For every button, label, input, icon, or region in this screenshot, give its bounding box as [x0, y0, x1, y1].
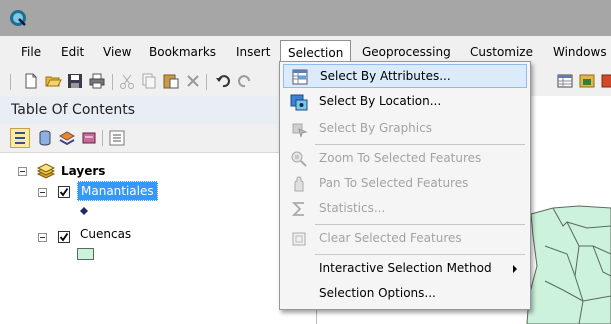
toc-toolbar: [0, 124, 316, 153]
layers-stack-icon: [36, 163, 56, 179]
manantiales-layer-selected[interactable]: Manantiales: [77, 181, 158, 201]
manantiales-layer-label: Manantiales: [81, 184, 154, 198]
manantiales-visibility-checkbox[interactable]: [58, 186, 70, 198]
print-icon[interactable]: [88, 72, 106, 90]
menu-item-zoom-to-selected[interactable]: Zoom To Selected Features: [283, 147, 527, 171]
table-of-contents-panel: Table Of Contents Layers Manantiales Cue…: [0, 96, 317, 324]
new-document-icon[interactable]: [22, 72, 40, 90]
menu-bookmarks[interactable]: Bookmarks: [149, 42, 216, 62]
delete-x-icon[interactable]: [184, 72, 202, 90]
cuencas-collapse-toggle[interactable]: [38, 233, 47, 242]
redo-icon[interactable]: [236, 72, 254, 90]
menu-item-select-by-graphics[interactable]: Select By Graphics: [283, 117, 527, 141]
select-by-attributes-icon: [292, 69, 308, 85]
copy-icon[interactable]: [140, 72, 158, 90]
menu-separator: [315, 144, 525, 145]
open-folder-icon[interactable]: [44, 72, 62, 90]
menu-view[interactable]: View: [103, 42, 131, 62]
menu-item-label: Zoom To Selected Features: [319, 151, 482, 165]
list-by-source-icon[interactable]: [36, 129, 54, 147]
paste-icon[interactable]: [162, 72, 180, 90]
list-by-selection-icon[interactable]: [80, 129, 98, 147]
menu-item-statistics[interactable]: Statistics...: [283, 197, 527, 221]
toolbar-separator: [206, 74, 207, 90]
options-list-icon[interactable]: [108, 129, 126, 147]
statistics-sigma-icon: [291, 202, 304, 216]
cuencas-visibility-checkbox[interactable]: [58, 231, 70, 243]
save-icon[interactable]: [66, 72, 84, 90]
select-by-location-icon: [290, 94, 308, 111]
menu-separator: [315, 224, 525, 225]
checkmark-icon: [59, 187, 69, 197]
toc-title: Table Of Contents: [11, 102, 136, 118]
toolbox-icon[interactable]: [600, 72, 611, 90]
menu-item-select-by-attributes[interactable]: Select By Attributes...: [283, 64, 527, 88]
menu-item-label: Select By Location...: [319, 94, 442, 108]
point-symbol-diamond-icon[interactable]: [80, 207, 88, 215]
submenu-arrow-icon: [513, 265, 517, 273]
menu-item-label: Pan To Selected Features: [319, 176, 469, 190]
toc-header: Table Of Contents: [0, 96, 316, 124]
menu-insert[interactable]: Insert: [236, 42, 270, 62]
menu-separator: [315, 254, 525, 255]
polygon-symbol-swatch[interactable]: [77, 248, 94, 260]
cut-scissors-icon[interactable]: [118, 72, 136, 90]
toc-toolbar-separator: [102, 130, 103, 146]
menu-item-label: Select By Graphics: [319, 121, 432, 135]
menu-item-clear-selected[interactable]: Clear Selected Features: [283, 227, 527, 251]
menu-item-label: Interactive Selection Method: [319, 261, 492, 275]
menu-item-selection-options[interactable]: Selection Options...: [283, 282, 527, 306]
menu-item-label: Statistics...: [319, 201, 386, 215]
select-by-graphics-icon: [292, 123, 308, 138]
list-by-drawing-order-icon[interactable]: [10, 128, 30, 148]
toolbar-separator: [112, 74, 113, 90]
window-titlebar: [0, 0, 611, 36]
pan-to-selected-icon: [294, 176, 304, 192]
menu-item-select-by-location[interactable]: Select By Location...: [283, 90, 527, 114]
manantiales-collapse-toggle[interactable]: [38, 188, 47, 197]
menu-customize[interactable]: Customize: [470, 42, 533, 62]
cuencas-layer-label[interactable]: Cuencas: [80, 227, 131, 241]
menu-item-pan-to-selected[interactable]: Pan To Selected Features: [283, 172, 527, 196]
menu-edit[interactable]: Edit: [61, 42, 84, 62]
list-by-visibility-icon[interactable]: [58, 129, 76, 147]
zoom-to-selected-icon: [291, 151, 307, 167]
menu-file[interactable]: File: [21, 42, 41, 62]
toolbar-grip[interactable]: [10, 74, 11, 90]
menu-geoprocessing[interactable]: Geoprocessing: [362, 42, 451, 62]
arcmap-app-icon[interactable]: [9, 9, 27, 27]
catalog-window-icon[interactable]: [578, 72, 596, 90]
menu-windows[interactable]: Windows: [553, 42, 607, 62]
clear-selected-icon: [292, 232, 306, 246]
menu-item-interactive-selection-method[interactable]: Interactive Selection Method: [283, 257, 527, 281]
menu-item-label: Clear Selected Features: [319, 231, 462, 245]
menu-item-label: Selection Options...: [319, 286, 436, 300]
undo-icon[interactable]: [214, 72, 232, 90]
menu-item-label: Select By Attributes...: [320, 69, 451, 83]
layers-root-label[interactable]: Layers: [61, 164, 105, 178]
layers-collapse-toggle[interactable]: [18, 167, 27, 176]
table-icon[interactable]: [556, 72, 574, 90]
checkmark-icon: [59, 232, 69, 242]
selection-dropdown-menu: Select By Attributes... Select By Locati…: [279, 61, 531, 310]
